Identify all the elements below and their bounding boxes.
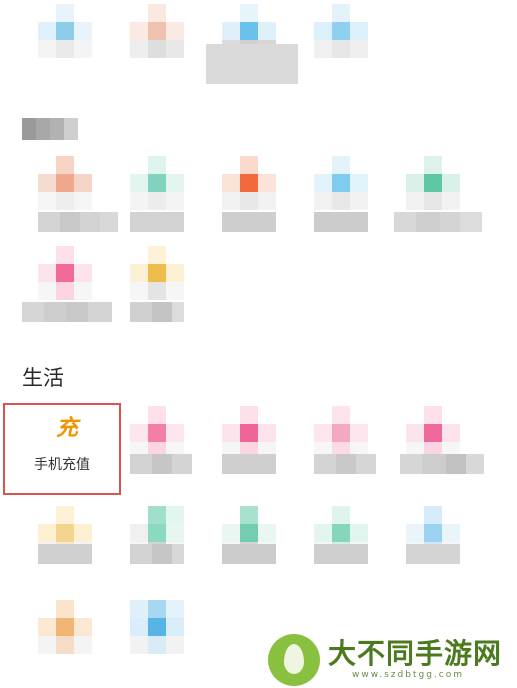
app-icon	[38, 600, 92, 654]
app-item[interactable]	[114, 600, 202, 680]
app-item[interactable]	[298, 156, 386, 236]
app-icon	[130, 600, 184, 654]
app-icon	[314, 4, 368, 58]
app-item[interactable]	[206, 4, 298, 84]
app-item[interactable]	[390, 506, 478, 586]
app-icon	[130, 156, 184, 210]
app-item[interactable]	[22, 156, 118, 236]
app-item[interactable]	[22, 246, 112, 326]
app-item[interactable]	[206, 406, 294, 486]
app-item[interactable]	[298, 406, 386, 486]
app-item[interactable]	[22, 506, 110, 586]
app-icon	[130, 4, 184, 58]
app-item[interactable]	[114, 156, 202, 236]
app-item[interactable]	[206, 506, 294, 586]
app-item[interactable]	[22, 4, 110, 84]
recharge-icon[interactable]: 充	[52, 414, 82, 444]
section-title-life: 生活	[22, 366, 64, 390]
app-icon	[130, 406, 184, 460]
app-icon	[38, 4, 92, 58]
app-item[interactable]	[390, 406, 484, 486]
watermark-logo-icon	[268, 634, 320, 686]
app-icon	[406, 406, 460, 460]
recharge-label[interactable]: 手机充值	[20, 454, 104, 474]
app-item[interactable]	[206, 156, 294, 236]
app-icon	[314, 406, 368, 460]
app-icon	[314, 156, 368, 210]
app-item[interactable]	[114, 4, 202, 84]
app-icon	[38, 246, 92, 300]
app-item[interactable]	[298, 506, 386, 586]
app-item[interactable]	[114, 246, 202, 326]
app-icon	[222, 156, 276, 210]
app-icon	[406, 156, 460, 210]
app-item[interactable]	[114, 406, 202, 486]
app-item[interactable]	[114, 506, 202, 586]
watermark-url: www.szdbtgg.com	[352, 670, 464, 680]
watermark-brand: 大不同手游网	[328, 637, 503, 670]
app-item[interactable]	[298, 4, 386, 84]
section-label-blurred	[22, 118, 78, 140]
app-icon	[130, 246, 184, 300]
app-item[interactable]	[22, 600, 110, 680]
app-icon	[38, 156, 92, 210]
app-item[interactable]	[390, 156, 482, 236]
app-icon	[222, 406, 276, 460]
